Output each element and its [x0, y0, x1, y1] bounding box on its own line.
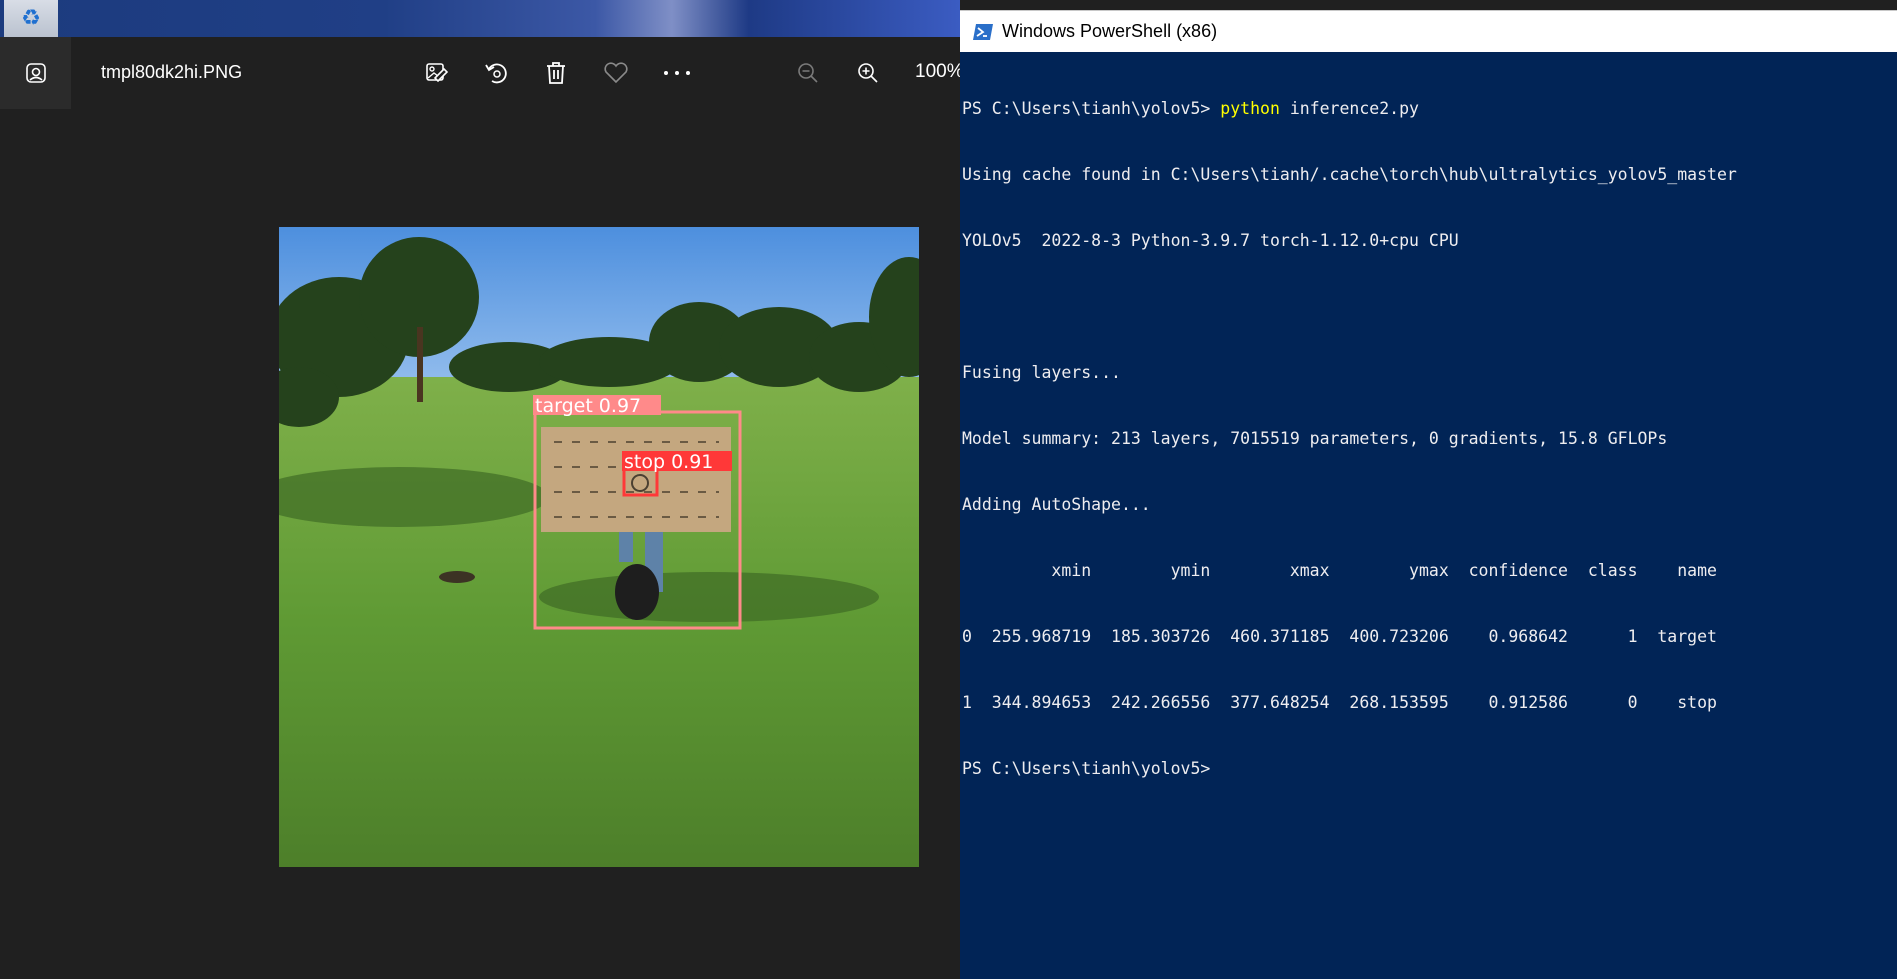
- detection-label-target: target 0.97: [535, 395, 641, 417]
- zoom-out-icon: [798, 63, 818, 83]
- desktop-background: ♻: [0, 0, 960, 37]
- console-line: YOLOv5 2022-8-3 Python-3.9.7 torch-1.12.…: [962, 231, 1459, 250]
- file-name: tmpl80dk2hi.PNG: [101, 62, 243, 82]
- window-title: Windows PowerShell (x86): [1002, 21, 1218, 41]
- console-line: Fusing layers...: [962, 363, 1121, 382]
- powershell-title-bar[interactable]: Windows PowerShell (x86): [960, 10, 1897, 52]
- powershell-window[interactable]: Windows PowerShell (x86) PS C:\Users\tia…: [960, 10, 1897, 979]
- rotate-icon: [485, 63, 507, 84]
- command-args: inference2.py: [1279, 99, 1419, 118]
- command-line: PS C:\Users\tianh\yolov5> python inferen…: [962, 98, 1895, 120]
- photos-app-button[interactable]: [0, 37, 71, 109]
- edit-image-button[interactable]: [421, 57, 453, 89]
- photos-app-window: tmpl80dk2hi.PNG 100% target 0.97 stop 0.…: [0, 37, 960, 979]
- prompt: PS C:\Users\tianh\yolov5>: [962, 759, 1211, 778]
- favorite-button[interactable]: [600, 57, 632, 89]
- shadow: [539, 572, 879, 622]
- delete-icon: [547, 62, 565, 84]
- console-output[interactable]: PS C:\Users\tianh\yolov5> python inferen…: [960, 54, 1897, 974]
- zoom-level[interactable]: 100%: [915, 61, 960, 83]
- more-icon: [664, 71, 690, 75]
- detection-label-stop: stop 0.91: [624, 451, 713, 473]
- console-line: Using cache found in C:\Users\tianh/.cac…: [962, 165, 1737, 184]
- edit-image-icon: [426, 63, 449, 83]
- prompt: PS C:\Users\tianh\yolov5>: [962, 99, 1221, 118]
- zoom-in-button[interactable]: [852, 57, 884, 89]
- command-keyword: python: [1220, 99, 1280, 118]
- more-options-button[interactable]: [661, 57, 693, 89]
- rotate-button[interactable]: [480, 57, 512, 89]
- console-line: Model summary: 213 layers, 7015519 param…: [962, 429, 1668, 448]
- zoom-out-button[interactable]: [792, 57, 824, 89]
- favorite-icon: [604, 62, 628, 84]
- table-header: xmin ymin xmax ymax confidence class nam…: [962, 561, 1717, 580]
- displayed-image[interactable]: target 0.97 stop 0.91: [279, 227, 919, 867]
- console-line: Adding AutoShape...: [962, 495, 1151, 514]
- delete-button[interactable]: [540, 57, 572, 89]
- table-row: 1 344.894653 242.266556 377.648254 268.1…: [962, 693, 1717, 712]
- backpack: [615, 564, 659, 620]
- recycle-bin-icon[interactable]: ♻: [4, 0, 58, 37]
- photos-toolbar: tmpl80dk2hi.PNG 100%: [0, 37, 960, 109]
- zoom-in-icon: [858, 63, 878, 83]
- photos-app-icon: [25, 63, 46, 83]
- powershell-icon: [973, 23, 993, 40]
- table-row: 0 255.968719 185.303726 460.371185 400.7…: [962, 627, 1717, 646]
